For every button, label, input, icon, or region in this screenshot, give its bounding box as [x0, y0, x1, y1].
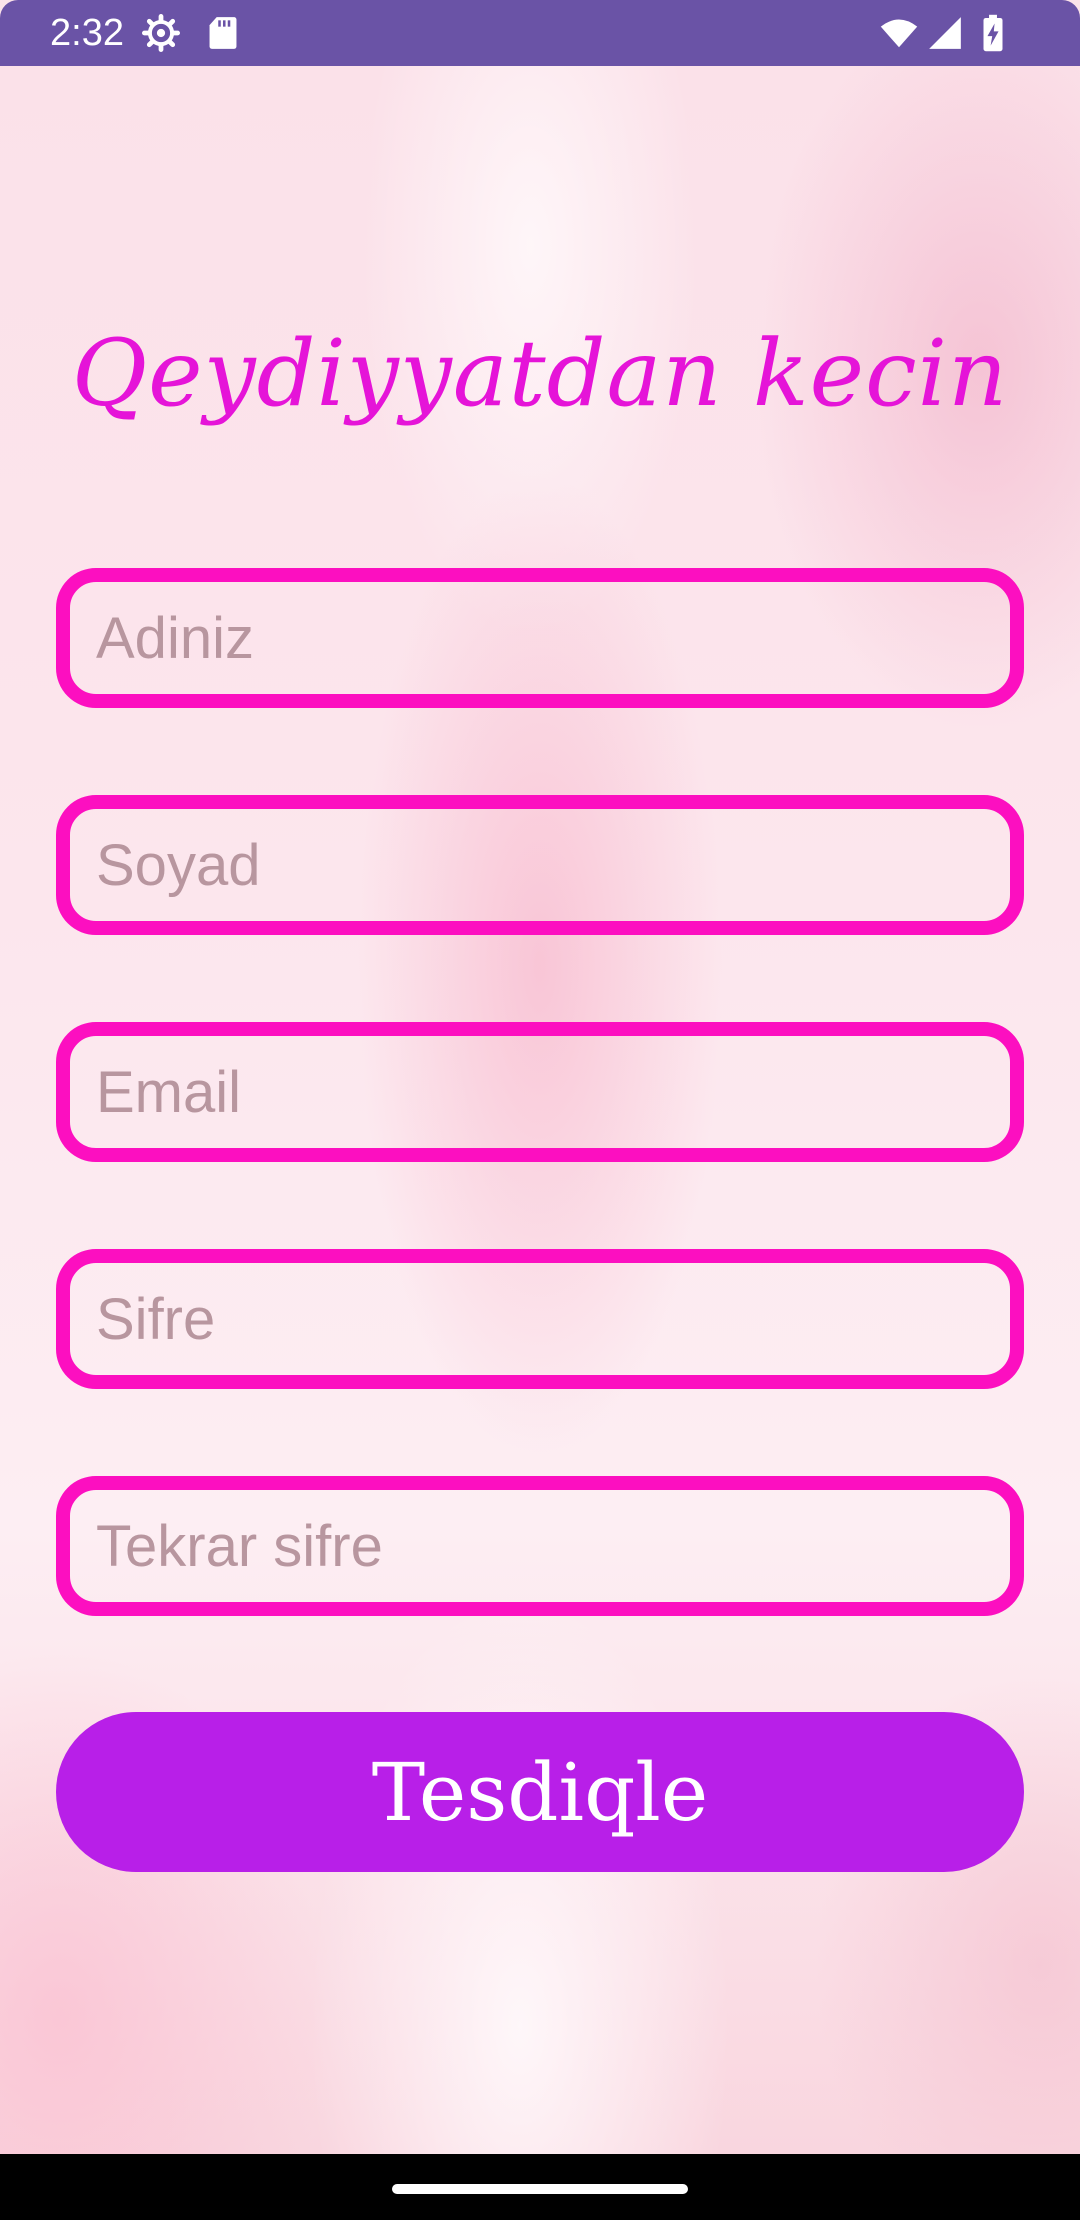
status-time: 2:32 [50, 12, 124, 54]
last-name-field[interactable]: Soyad [56, 795, 1024, 935]
navigation-bar [0, 2154, 1080, 2220]
sd-card-icon [209, 17, 237, 49]
wifi-icon [880, 19, 918, 48]
last-name-placeholder: Soyad [96, 832, 261, 898]
home-handle[interactable] [392, 2184, 688, 2194]
first-name-placeholder: Adiniz [96, 605, 254, 671]
email-field[interactable]: Email [56, 1022, 1024, 1162]
registration-screen: 2:32 Qeydiyyatdan kecin Adiniz Soyad Ema… [0, 0, 1080, 2220]
first-name-field[interactable]: Adiniz [56, 568, 1024, 708]
page-title: Qeydiyyatdan kecin [71, 320, 1009, 427]
password-placeholder: Sifre [96, 1286, 216, 1352]
settings-gear-icon [142, 14, 180, 52]
submit-button-label: Tesdiqle [371, 1745, 709, 1839]
email-placeholder: Email [96, 1059, 242, 1125]
signal-icon [929, 17, 961, 49]
confirm-password-placeholder: Tekrar sifre [96, 1513, 383, 1579]
submit-button[interactable]: Tesdiqle [56, 1712, 1024, 1872]
battery-charging-icon [983, 14, 1003, 52]
confirm-password-field[interactable]: Tekrar sifre [56, 1476, 1024, 1616]
status-bar: 2:32 [0, 0, 1080, 66]
password-field[interactable]: Sifre [56, 1249, 1024, 1389]
